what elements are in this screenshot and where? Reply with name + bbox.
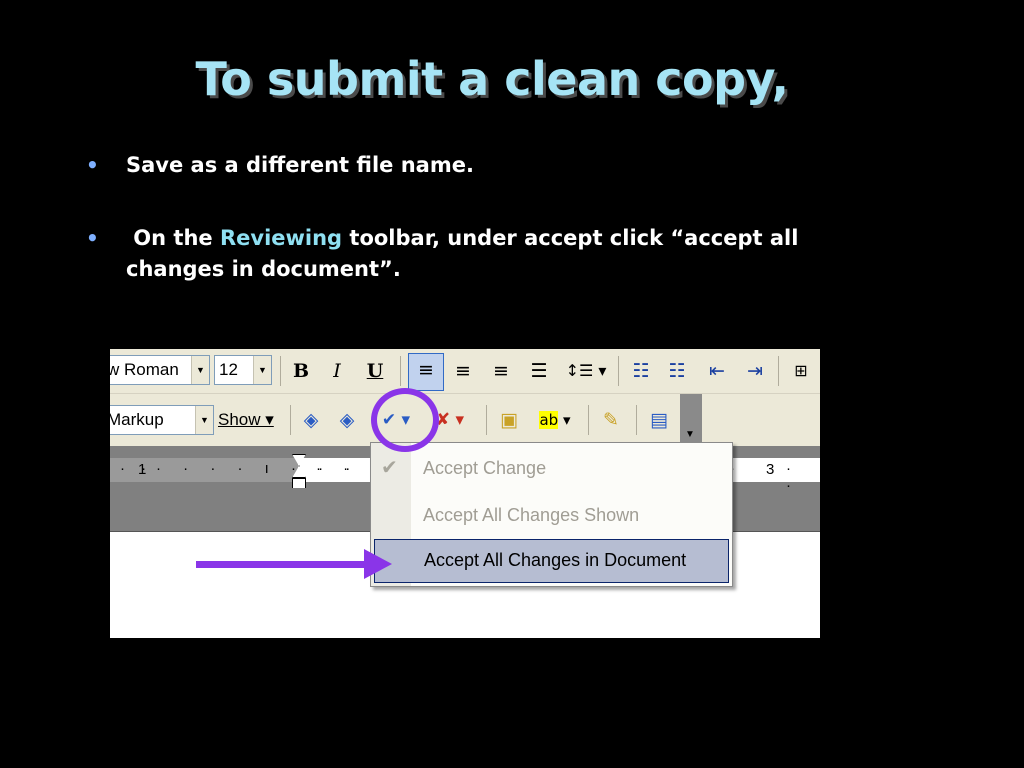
line-spacing-icon[interactable]: ↕☰ ▾ [562, 355, 610, 387]
font-size-value: 12 [219, 360, 238, 379]
bold-button[interactable]: B [286, 355, 316, 387]
menu-item-accept-change[interactable]: Accept Change [423, 458, 546, 479]
toolbar-separator [486, 405, 487, 435]
chevron-down-icon[interactable]: ▼ [253, 356, 271, 384]
toolbar-empty-area [702, 394, 820, 446]
chevron-down-icon[interactable]: ▼ [195, 406, 213, 434]
bullets-icon[interactable]: ☷ [662, 355, 692, 387]
font-size-combo[interactable]: 12 ▼ [214, 355, 272, 385]
toolbar-separator [290, 405, 291, 435]
bullet-text: Save as a different file name. [126, 153, 474, 177]
italic-button[interactable]: I [322, 355, 352, 387]
bullet-text-pre: On the [126, 226, 220, 250]
show-menu-button[interactable]: Show ▾ [218, 410, 274, 430]
align-right-icon[interactable]: ≡ [486, 355, 516, 387]
chevron-down-icon[interactable]: ▼ [191, 356, 209, 384]
decrease-indent-icon[interactable]: ⇤ [702, 355, 732, 387]
bullet-dot-icon: • [86, 153, 99, 177]
display-for-review-value: Markup [110, 410, 164, 429]
previous-change-icon[interactable]: ◈ [296, 404, 326, 436]
toolbar-options-button[interactable]: ▼ [680, 394, 702, 446]
toolbar-separator [588, 405, 589, 435]
underline-button[interactable]: U [360, 355, 390, 387]
highlight-icon[interactable]: ab ▾ [530, 404, 580, 436]
numbering-icon[interactable]: ☷ [626, 355, 656, 387]
accept-dropdown-menu: ✔ Accept Change Accept All Changes Shown… [370, 442, 733, 587]
toolbar-separator [778, 356, 779, 386]
ruler-ticks: · · [120, 460, 153, 477]
ruler-mark-1: 1 [138, 461, 147, 478]
highlight-circle [371, 388, 439, 452]
menu-item-accept-all-in-document[interactable]: Accept All Changes in Document [374, 539, 729, 583]
slide-title: To submit a clean copy, [195, 52, 789, 106]
justify-icon[interactable]: ☰ [524, 355, 554, 387]
toolbar-separator [636, 405, 637, 435]
font-name-value: w Roman [110, 360, 179, 379]
display-for-review-combo[interactable]: Markup ▼ [110, 405, 214, 435]
annotation-arrow-shaft [196, 561, 364, 568]
align-center-icon[interactable]: ≡ [448, 355, 478, 387]
bullet-item: • Save as a different file name. [86, 150, 886, 181]
bullet-item: • On the Reviewing toolbar, under accept… [86, 223, 886, 285]
chevron-down-icon: ▼ [685, 429, 695, 440]
font-name-combo[interactable]: w Roman ▼ [110, 355, 210, 385]
menu-item-label: Accept All Changes in Document [424, 550, 687, 570]
ruler-mark-3: 3 [766, 461, 775, 478]
next-change-icon[interactable]: ◈ [332, 404, 362, 436]
insert-comment-icon[interactable]: ▣ [494, 404, 524, 436]
toolbar-separator [280, 356, 281, 386]
bullet-highlight: Reviewing [219, 226, 343, 250]
bullet-dot-icon: • [86, 226, 99, 250]
track-changes-icon[interactable]: ✎ [596, 404, 626, 436]
reviewing-toolbar: Markup ▼ Show ▾ ◈ ◈ ✔ ▾ ✘ ▾ ▣ ab ▾ ✎ ▤ ▼ [110, 394, 820, 446]
increase-indent-icon[interactable]: ⇥ [740, 355, 770, 387]
toolbar-separator [618, 356, 619, 386]
annotation-arrow-head-icon [364, 549, 392, 579]
borders-icon[interactable]: ⊞ [786, 355, 816, 387]
menu-item-accept-all-shown[interactable]: Accept All Changes Shown [423, 505, 639, 526]
bullet-list: • Save as a different file name. • On th… [86, 150, 886, 285]
formatting-toolbar: w Roman ▼ 12 ▼ B I U ≡ ≡ ≡ ☰ ↕☰ ▾ ☷ ☷ ⇤ … [110, 349, 820, 394]
reviewing-pane-icon[interactable]: ▤ [644, 404, 674, 436]
align-left-icon[interactable]: ≡ [408, 353, 444, 391]
accept-change-icon: ✔ [381, 457, 398, 479]
toolbar-separator [400, 356, 401, 386]
